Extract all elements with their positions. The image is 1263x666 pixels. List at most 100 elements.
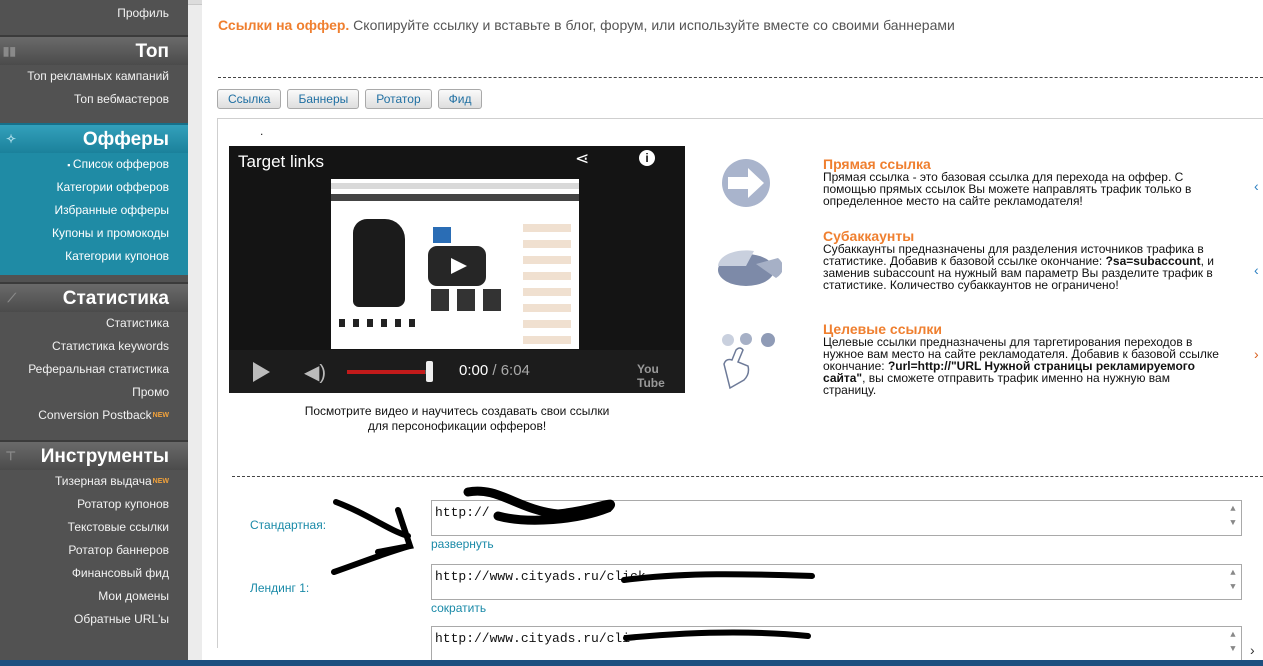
preview-thumbnails bbox=[339, 319, 423, 327]
sidebar-item-conversion-postback[interactable]: Conversion PostbackNEW bbox=[0, 404, 188, 427]
feature-title: Прямая ссылка bbox=[823, 156, 931, 172]
sidebar-heading-label: Инструменты bbox=[40, 446, 169, 467]
info-icon[interactable]: i bbox=[639, 150, 655, 166]
preview-bags bbox=[431, 289, 509, 311]
new-badge: NEW bbox=[152, 412, 169, 419]
edge-arrow-icon: › bbox=[1254, 346, 1259, 362]
sidebar-item-coupon-rotator[interactable]: Ротатор купонов bbox=[0, 493, 188, 516]
feature-title: Субаккаунты bbox=[823, 228, 915, 244]
sidebar-item-promo[interactable]: Промо bbox=[0, 381, 188, 404]
field-scrollbar[interactable]: ▲ ▼ bbox=[1227, 502, 1239, 534]
main-panel: Ссылки на оффер. Скопируйте ссылку и вст… bbox=[202, 0, 1263, 662]
sidebar-profile-section: Профиль bbox=[0, 4, 188, 26]
sidebar-item-text-links[interactable]: Текстовые ссылки bbox=[0, 516, 188, 539]
sidebar-item-offer-categories[interactable]: Категории офферов bbox=[0, 176, 188, 199]
sidebar-heading-label: Статистика bbox=[62, 288, 169, 309]
tab-link[interactable]: Ссылка bbox=[217, 89, 282, 109]
sidebar-item-favorite-offers[interactable]: Избранные офферы bbox=[0, 199, 188, 222]
edge-arrow-icon: ‹ bbox=[1254, 262, 1259, 278]
feature-text: Целевые ссылки предназначены для таргети… bbox=[823, 336, 1223, 396]
divider bbox=[232, 476, 1263, 477]
landing-link-field-2[interactable]: http://www.cityads.ru/cli ▲ ▼ bbox=[431, 626, 1242, 662]
line-chart-icon: ⟋ bbox=[7, 291, 16, 305]
link-value: http://www.cityads.ru/click- bbox=[435, 569, 654, 584]
feature-text: Субаккаунты предназначены для разделения… bbox=[823, 243, 1223, 291]
youtube-logo[interactable]: You Tube bbox=[637, 362, 685, 390]
sidebar-heading-stats[interactable]: ⟋ Статистика bbox=[0, 282, 188, 312]
shorten-link[interactable]: сократить bbox=[431, 601, 486, 615]
sidebar-heading-label: Топ bbox=[135, 41, 170, 62]
video-caption: Посмотрите видео и научитесь создавать с… bbox=[304, 404, 610, 433]
tab-feed[interactable]: Фид bbox=[437, 89, 483, 109]
sidebar-section-tools: ⊤ Инструменты Тизерная выдачаNEW Ротатор… bbox=[0, 440, 188, 631]
sidebar-item-back-urls[interactable]: Обратные URL'ы bbox=[0, 608, 188, 631]
sidebar-item-teaser-feed[interactable]: Тизерная выдачаNEW bbox=[0, 470, 188, 493]
feature-title: Целевые ссылки bbox=[823, 321, 942, 337]
feature-direct-link: Прямая ссылка Прямая ссылка - это базова… bbox=[823, 156, 1223, 208]
taskbar bbox=[0, 660, 1263, 666]
bar-chart-icon: ▮▮ bbox=[2, 44, 16, 58]
sidebar-item-top-webmasters[interactable]: Топ вебмастеров bbox=[0, 88, 188, 111]
field-scrollbar[interactable]: ▲ ▼ bbox=[1227, 628, 1239, 660]
landing-link-field[interactable]: http://www.cityads.ru/click- ▲ ▼ bbox=[431, 564, 1242, 600]
sidebar-heading-tools[interactable]: ⊤ Инструменты bbox=[0, 440, 188, 470]
page-title: Ссылки на оффер. bbox=[218, 17, 350, 33]
sidebar-item-offer-list[interactable]: Список офферов bbox=[0, 153, 188, 176]
sidebar-item-label: Conversion Postback bbox=[38, 408, 152, 422]
sidebar-item-statistics[interactable]: Статистика bbox=[0, 312, 188, 335]
sidebar-item-top-campaigns[interactable]: Топ рекламных кампаний bbox=[0, 65, 188, 88]
video-controls: ◀) 0:00 / 6:04 You Tube bbox=[229, 350, 685, 393]
sidebar-item-finance-feed[interactable]: Финансовый фид bbox=[0, 562, 188, 585]
preview-brand-logo bbox=[433, 227, 451, 243]
volume-slider[interactable] bbox=[347, 370, 429, 374]
sidebar-heading-top[interactable]: ▮▮ Топ bbox=[0, 35, 188, 65]
volume-level bbox=[347, 370, 425, 374]
sidebar-heading-offers[interactable]: ✧ Офферы bbox=[0, 123, 188, 153]
sidebar: Профиль ▮▮ Топ Топ рекламных кампаний То… bbox=[0, 0, 188, 660]
edge-arrow-icon: › bbox=[1250, 642, 1255, 658]
video-time: 0:00 / 6:04 bbox=[459, 362, 530, 379]
sidebar-item-coupons[interactable]: Купоны и промокоды bbox=[0, 222, 188, 245]
standard-link-label: Стандартная: bbox=[250, 518, 327, 532]
tools-icon: ⊤ bbox=[5, 449, 16, 463]
sidebar-item-banner-rotator[interactable]: Ротатор баннеров bbox=[0, 539, 188, 562]
sidebar-item-referral-stats[interactable]: Реферальная статистика bbox=[0, 358, 188, 381]
video-play-button[interactable] bbox=[428, 246, 486, 286]
link-value: http:// bbox=[435, 505, 490, 520]
play-icon[interactable] bbox=[253, 362, 270, 382]
preview-nav bbox=[331, 194, 579, 201]
feature-subaccounts: Субаккаунты Субаккаунты предназначены дл… bbox=[823, 228, 1223, 291]
page-description: Скопируйте ссылку и вставьте в блог, фор… bbox=[349, 17, 955, 33]
time-total: / 6:04 bbox=[492, 362, 530, 379]
feature-text: Прямая ссылка - это базовая ссылка для п… bbox=[823, 170, 1192, 208]
sidebar-item-my-domains[interactable]: Мои домены bbox=[0, 585, 188, 608]
new-badge: NEW bbox=[152, 478, 169, 485]
sidebar-section-stats: ⟋ Статистика Статистика Статистика keywo… bbox=[0, 282, 188, 427]
time-current: 0:00 bbox=[459, 362, 489, 379]
landing-link-label: Лендинг 1: bbox=[250, 581, 310, 595]
page-intro: Ссылки на оффер. Скопируйте ссылку и вст… bbox=[218, 17, 955, 33]
preview-boot-image bbox=[353, 219, 405, 307]
tab-rotator[interactable]: Ротатор bbox=[365, 89, 432, 109]
sidebar-item-statistics-keywords[interactable]: Статистика keywords bbox=[0, 335, 188, 358]
sidebar-section-top: ▮▮ Топ Топ рекламных кампаний Топ вебмас… bbox=[0, 35, 188, 111]
tab-banners[interactable]: Баннеры bbox=[287, 89, 360, 109]
sidebar-item-coupon-categories[interactable]: Категории купонов bbox=[0, 245, 188, 268]
volume-icon[interactable]: ◀) bbox=[304, 360, 326, 385]
link-value: http://www.cityads.ru/cli bbox=[435, 631, 631, 646]
pie-chart-icon bbox=[718, 250, 782, 286]
share-icon[interactable]: ⋖ bbox=[575, 149, 589, 169]
volume-knob[interactable] bbox=[426, 361, 433, 382]
offers-icon: ✧ bbox=[5, 132, 16, 146]
standard-link-field[interactable]: http:// ▲ ▼ bbox=[431, 500, 1242, 536]
feature-text-end: , вы сможете отправить трафик именно на … bbox=[823, 371, 1170, 397]
field-scrollbar[interactable]: ▲ ▼ bbox=[1227, 566, 1239, 598]
sidebar-item-profile[interactable]: Профиль bbox=[0, 4, 188, 26]
sidebar-heading-label: Офферы bbox=[82, 129, 169, 150]
video-player[interactable]: Target links ⋖ i ◀) 0:00 / 6:04 You Tube bbox=[229, 146, 685, 393]
preview-header bbox=[331, 183, 579, 189]
pointing-hand-icon bbox=[722, 333, 775, 390]
link-type-tabs: Ссылка Баннеры Ротатор Фид bbox=[217, 89, 483, 109]
stray-dot: . bbox=[260, 124, 264, 138]
expand-link[interactable]: развернуть bbox=[431, 537, 494, 551]
